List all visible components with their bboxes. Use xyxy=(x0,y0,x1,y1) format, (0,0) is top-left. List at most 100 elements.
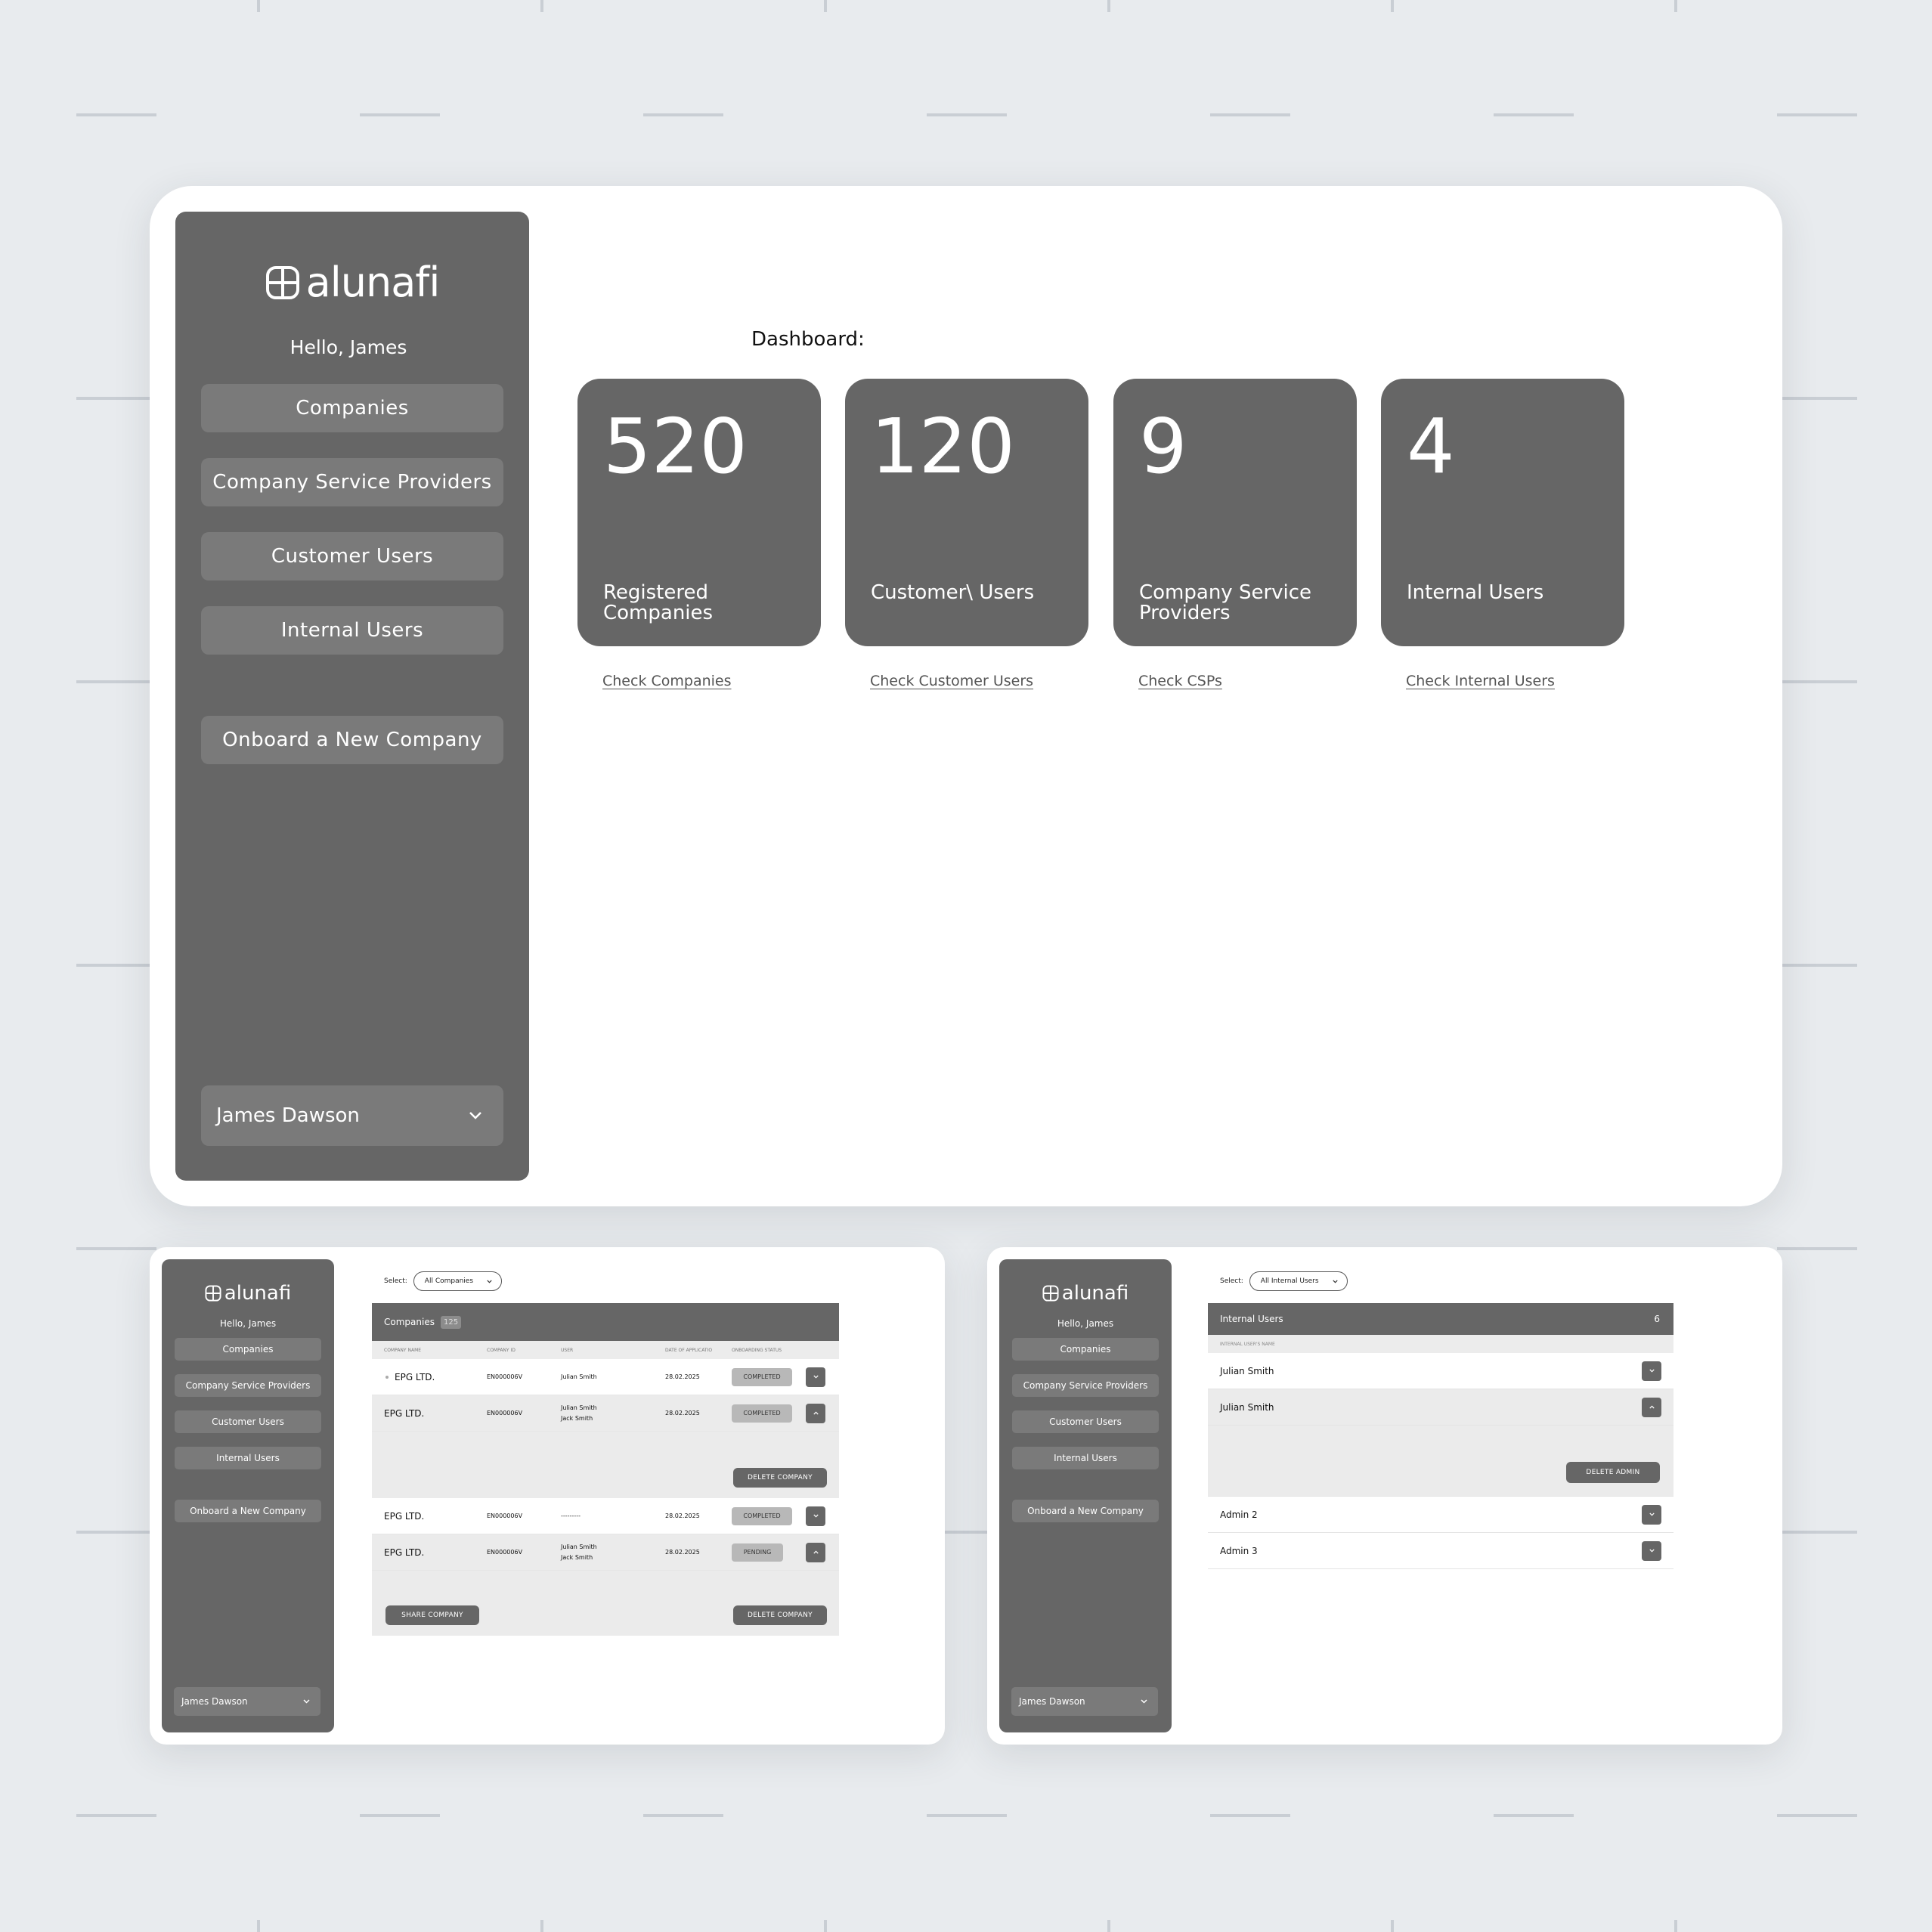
company-id: EN000006V xyxy=(487,1373,523,1380)
stat-value: 4 xyxy=(1407,402,1455,491)
stat-value: 520 xyxy=(603,402,748,491)
delete-company-button[interactable]: DELETE COMPANY xyxy=(733,1605,827,1625)
company-filter-dropdown[interactable]: All Companies xyxy=(413,1271,503,1291)
nav-company-service-providers[interactable]: Company Service Providers xyxy=(1012,1374,1159,1397)
select-label: Select: xyxy=(384,1277,407,1285)
list-item[interactable]: Julian Smith xyxy=(1208,1389,1673,1426)
check-internal-users-link[interactable]: Check Internal Users xyxy=(1406,673,1555,689)
onboard-company-button[interactable]: Onboard a New Company xyxy=(1012,1500,1159,1522)
stat-value: 120 xyxy=(871,402,1015,491)
brand-logo: alunafi xyxy=(1042,1282,1129,1305)
nav-company-service-providers[interactable]: Company Service Providers xyxy=(175,1374,321,1397)
expand-row-button[interactable] xyxy=(806,1367,825,1387)
list-item[interactable]: Admin 3 xyxy=(1208,1533,1673,1569)
list-item[interactable]: Admin 2 xyxy=(1208,1497,1673,1533)
application-date: 28.02.2025 xyxy=(665,1512,700,1519)
collapse-row-button[interactable] xyxy=(806,1542,825,1562)
user-name: James Dawson xyxy=(1019,1696,1085,1707)
nav-internal-users[interactable]: Internal Users xyxy=(175,1447,321,1469)
column-header: ONBOARDING STATUS xyxy=(732,1347,782,1353)
brand-name: alunafi xyxy=(305,259,441,306)
table-row[interactable]: EPG LTD. EN000006V --------- 28.02.2025 … xyxy=(372,1498,839,1534)
onboard-company-button[interactable]: Onboard a New Company xyxy=(201,716,503,764)
company-user: --------- xyxy=(561,1512,581,1519)
stat-card-registered-companies: 520 Registered Companies xyxy=(577,379,821,646)
nav-companies[interactable]: Companies xyxy=(201,384,503,432)
check-csps-link[interactable]: Check CSPs xyxy=(1138,673,1222,689)
table-row[interactable]: EPG LTD. EN000006V Julian Smith 28.02.20… xyxy=(372,1359,839,1395)
greeting: Hello, James xyxy=(289,336,407,358)
company-user: Julian Smith Jack Smith xyxy=(561,1543,597,1561)
row-details: SHARE COMPANY DELETE COMPANY xyxy=(372,1571,839,1636)
collapse-row-button[interactable] xyxy=(1642,1397,1661,1417)
chevron-down-icon xyxy=(813,1375,819,1379)
logo-icon xyxy=(205,1285,221,1302)
chevron-down-icon xyxy=(487,1280,492,1283)
sidebar: alunafi Hello, James Companies Company S… xyxy=(162,1259,334,1732)
expand-row-button[interactable] xyxy=(806,1506,825,1526)
stat-label: Company Service Providers xyxy=(1139,581,1312,624)
nav-customer-users[interactable]: Customer Users xyxy=(1012,1410,1159,1433)
nav-customer-users[interactable]: Customer Users xyxy=(201,532,503,581)
check-customer-users-link[interactable]: Check Customer Users xyxy=(870,673,1033,689)
internal-user-filter-dropdown[interactable]: All Internal Users xyxy=(1249,1271,1348,1291)
list-title: Internal Users xyxy=(1220,1314,1283,1324)
user-name: James Dawson xyxy=(181,1696,248,1707)
delete-admin-button[interactable]: DELETE ADMIN xyxy=(1566,1462,1660,1483)
application-date: 28.02.2025 xyxy=(665,1373,700,1380)
onboard-company-button[interactable]: Onboard a New Company xyxy=(175,1500,321,1522)
internal-user-name: Julian Smith xyxy=(1220,1365,1274,1376)
company-name: EPG LTD. xyxy=(384,1510,425,1522)
chevron-down-icon xyxy=(1649,1369,1655,1373)
share-company-button[interactable]: SHARE COMPANY xyxy=(385,1605,479,1625)
chevron-up-icon xyxy=(813,1411,819,1415)
column-header: INTERNAL USER'S NAME xyxy=(1208,1335,1673,1353)
status-badge: PENDING xyxy=(732,1543,783,1562)
brand-name: alunafi xyxy=(224,1282,292,1305)
stat-card-internal-users: 4 Internal Users xyxy=(1381,379,1624,646)
row-dot-icon xyxy=(385,1375,389,1379)
nav-internal-users[interactable]: Internal Users xyxy=(201,606,503,655)
company-name: EPG LTD. xyxy=(384,1407,425,1419)
internal-user-name: Admin 3 xyxy=(1220,1545,1258,1556)
status-badge: COMPLETED xyxy=(732,1367,792,1386)
dropdown-value: All Internal Users xyxy=(1260,1277,1319,1285)
user-menu[interactable]: James Dawson xyxy=(201,1085,503,1146)
company-name: EPG LTD. xyxy=(384,1547,425,1558)
list-item[interactable]: Julian Smith xyxy=(1208,1353,1673,1389)
user-menu[interactable]: James Dawson xyxy=(1011,1687,1158,1716)
companies-table: Companies 125 COMPANY NAME COMPANY ID US… xyxy=(372,1303,839,1636)
stat-card-customer-users: 120 Customer\ Users xyxy=(845,379,1088,646)
dashboard-title: Dashboard: xyxy=(751,328,865,351)
collapse-row-button[interactable] xyxy=(806,1403,825,1423)
company-user: Julian Smith xyxy=(561,1373,597,1380)
column-header: COMPANY ID xyxy=(487,1347,516,1353)
nav-internal-users[interactable]: Internal Users xyxy=(1012,1447,1159,1469)
expand-row-button[interactable] xyxy=(1642,1540,1661,1561)
dropdown-value: All Companies xyxy=(424,1277,474,1285)
nav-companies[interactable]: Companies xyxy=(1012,1338,1159,1361)
nav-customer-users[interactable]: Customer Users xyxy=(175,1410,321,1433)
table-row[interactable]: EPG LTD. EN000006V Julian Smith Jack Smi… xyxy=(372,1534,839,1571)
stat-label: Customer\ Users xyxy=(871,581,1035,604)
logo-icon xyxy=(1042,1285,1059,1302)
brand-logo: alunafi xyxy=(205,1282,291,1305)
expand-row-button[interactable] xyxy=(1642,1361,1661,1381)
table-row[interactable]: EPG LTD. EN000006V Julian Smith Jack Smi… xyxy=(372,1395,839,1432)
application-date: 28.02.2025 xyxy=(665,1549,700,1556)
row-details: DELETE COMPANY xyxy=(372,1432,839,1498)
user-menu[interactable]: James Dawson xyxy=(174,1687,320,1716)
stat-label: Internal Users xyxy=(1407,581,1544,604)
count-badge: 6 xyxy=(1654,1314,1660,1324)
expand-row-button[interactable] xyxy=(1642,1504,1661,1525)
check-companies-link[interactable]: Check Companies xyxy=(602,673,732,689)
nav-company-service-providers[interactable]: Company Service Providers xyxy=(201,458,503,506)
nav-companies[interactable]: Companies xyxy=(175,1338,321,1361)
internal-user-name: Admin 2 xyxy=(1220,1509,1258,1520)
delete-company-button[interactable]: DELETE COMPANY xyxy=(733,1468,827,1488)
row-details: DELETE ADMIN xyxy=(1208,1426,1673,1497)
table-header: Companies 125 xyxy=(372,1303,839,1341)
list-header: Internal Users 6 xyxy=(1208,1303,1673,1335)
companies-screen: alunafi Hello, James Companies Company S… xyxy=(150,1247,945,1745)
internal-user-filter: Select: All Internal Users xyxy=(1220,1271,1348,1291)
